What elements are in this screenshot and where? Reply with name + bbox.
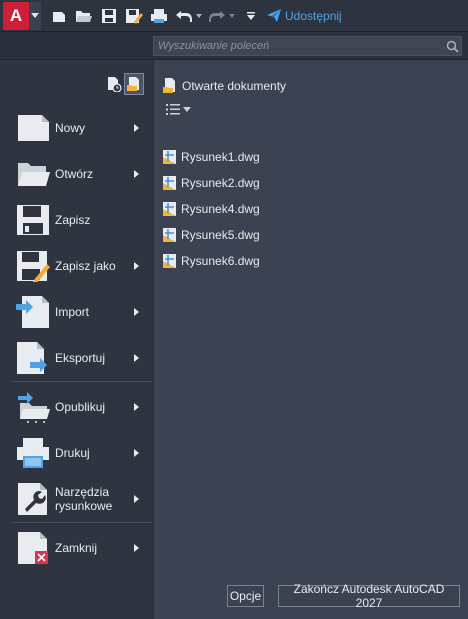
document-name: Rysunek5.dwg — [181, 228, 260, 242]
print-icon[interactable] — [149, 6, 169, 26]
menu-item-new[interactable]: Nowy — [0, 106, 152, 150]
exit-autocad-button[interactable]: Zakończ Autodesk AutoCAD 2027 — [278, 582, 460, 610]
quick-access-toolbar: A Udostępnij — [0, 0, 468, 32]
submenu-arrow-icon — [134, 544, 139, 552]
open-folder-icon — [15, 156, 51, 192]
chevron-down-icon — [183, 107, 191, 112]
search-box — [153, 36, 462, 56]
menu-item-save[interactable]: Zapisz — [0, 198, 152, 242]
menu-item-label: Drukuj — [55, 446, 90, 460]
document-item[interactable]: Rysunek1.dwg — [162, 144, 260, 170]
open-documents-icon[interactable] — [124, 73, 144, 95]
dwg-file-icon — [163, 176, 176, 190]
submenu-arrow-icon — [134, 449, 139, 457]
options-button[interactable]: Opcje — [227, 585, 264, 607]
export-icon — [15, 340, 51, 376]
menu-item-save-as[interactable]: Zapisz jako — [0, 244, 152, 288]
new-document-icon — [15, 110, 51, 146]
view-mode-dropdown[interactable] — [166, 104, 191, 115]
menu-item-label: Import — [55, 305, 90, 319]
menu-item-label: Otwórz — [55, 167, 94, 181]
menu-panel: Nowy Otwórz Zapisz Zapisz jako Import Ek… — [0, 59, 152, 619]
save-icon — [15, 202, 51, 238]
redo-icon[interactable] — [207, 6, 227, 26]
document-item[interactable]: Rysunek6.dwg — [162, 248, 260, 274]
submenu-arrow-icon — [134, 124, 139, 132]
document-name: Rysunek6.dwg — [181, 254, 260, 268]
document-list: Rysunek1.dwg Rysunek2.dwg Rysunek4.dwg R… — [162, 144, 260, 274]
menu-item-import[interactable]: Import — [0, 290, 152, 334]
dwg-file-icon — [163, 254, 176, 268]
menu-item-export[interactable]: Eksportuj — [0, 336, 152, 380]
application-menu-arrow[interactable] — [29, 1, 41, 30]
view-switch — [104, 73, 144, 95]
menu-item-drawing-utilities[interactable]: Narzędzia rysunkowe — [0, 477, 152, 521]
new-icon[interactable] — [49, 6, 69, 26]
document-item[interactable]: Rysunek2.dwg — [162, 170, 260, 196]
search-icon[interactable] — [443, 40, 461, 53]
document-name: Rysunek1.dwg — [181, 150, 260, 164]
share-label: Udostępnij — [285, 8, 342, 23]
list-view-icon — [166, 104, 180, 115]
menu-item-label: Narzędzia rysunkowe — [55, 485, 113, 513]
dwg-file-icon — [163, 228, 176, 242]
application-button[interactable]: A — [3, 1, 29, 30]
document-item[interactable]: Rysunek4.dwg — [162, 196, 260, 222]
document-name: Rysunek4.dwg — [181, 202, 260, 216]
submenu-arrow-icon — [134, 403, 139, 411]
menu-item-label: Nowy — [55, 121, 86, 135]
panel-title-text: Otwarte dokumenty — [182, 78, 287, 93]
submenu-arrow-icon — [134, 354, 139, 362]
dwg-file-icon — [163, 150, 176, 164]
dwg-file-icon — [163, 202, 176, 216]
import-icon — [15, 294, 51, 330]
documents-panel: Otwarte dokumenty Rysunek1.dwg Rysunek2.… — [154, 59, 468, 619]
menu-item-print[interactable]: Drukuj — [0, 431, 152, 475]
menu-item-label: Eksportuj — [55, 351, 106, 365]
open-icon[interactable] — [74, 6, 94, 26]
search-row — [0, 33, 468, 59]
menu-item-close[interactable]: Zamknij — [0, 526, 152, 570]
save-as-icon — [15, 248, 51, 284]
customize-toolbar-icon[interactable] — [241, 6, 261, 26]
submenu-arrow-icon — [134, 495, 139, 503]
submenu-arrow-icon — [134, 170, 139, 178]
submenu-arrow-icon — [134, 262, 139, 270]
undo-icon[interactable] — [174, 6, 194, 26]
print-icon — [15, 435, 51, 471]
menu-item-label: Opublikuj — [55, 400, 106, 414]
wrench-document-icon — [15, 481, 51, 517]
menu-item-label: Zapisz — [55, 213, 91, 227]
menu-separator — [12, 381, 152, 382]
save-icon[interactable] — [99, 6, 119, 26]
close-document-icon — [15, 530, 51, 566]
menu-item-label: Zamknij — [55, 541, 98, 555]
panel-title: Otwarte dokumenty — [162, 77, 286, 94]
share-icon — [267, 9, 281, 22]
publish-icon — [15, 389, 51, 425]
document-item[interactable]: Rysunek5.dwg — [162, 222, 260, 248]
recent-documents-icon[interactable] — [104, 73, 124, 95]
menu-item-label: Zapisz jako — [55, 259, 116, 273]
undo-dropdown-icon[interactable] — [196, 6, 202, 26]
submenu-arrow-icon — [134, 308, 139, 316]
application-menu: A Udostępnij Wyszukiwanie poleceń Nowy O… — [0, 0, 468, 619]
open-documents-icon — [163, 78, 175, 93]
menu-separator — [12, 522, 152, 523]
share-button[interactable]: Udostępnij — [267, 9, 342, 23]
redo-dropdown-icon[interactable] — [229, 6, 235, 26]
save-as-icon[interactable] — [124, 6, 144, 26]
document-name: Rysunek2.dwg — [181, 176, 260, 190]
search-input[interactable] — [154, 40, 443, 52]
menu-item-publish[interactable]: Opublikuj — [0, 385, 152, 429]
menu-item-open[interactable]: Otwórz — [0, 152, 152, 196]
